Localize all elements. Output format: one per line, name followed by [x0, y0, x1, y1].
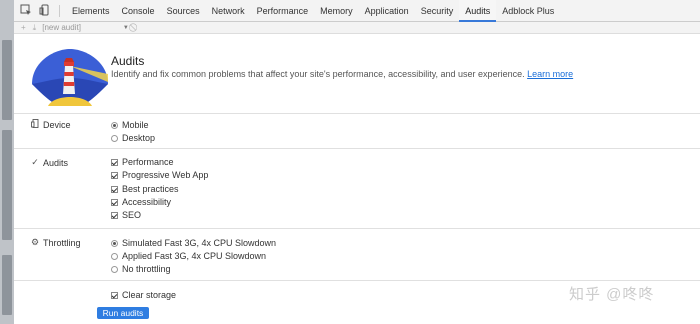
option-label: Mobile	[122, 120, 149, 130]
option-label: Best practices	[122, 184, 179, 194]
category-performance[interactable]: Performance	[111, 157, 174, 167]
left-edge-strip	[0, 0, 14, 324]
checkbox[interactable]	[111, 158, 118, 166]
radio-button[interactable]	[111, 265, 118, 273]
clear-storage-option[interactable]: Clear storage	[111, 290, 176, 300]
throttling-option-simulated[interactable]: Simulated Fast 3G, 4x CPU Slowdown	[111, 238, 276, 248]
device-toolbar-icon[interactable]	[39, 4, 53, 18]
left-strip-block	[2, 255, 12, 315]
left-strip-block	[2, 130, 12, 240]
option-label: Progressive Web App	[122, 170, 209, 180]
throttling-option-none[interactable]: No throttling	[111, 264, 171, 274]
gear-icon: ⚙	[30, 237, 40, 247]
subtitle-text: Identify and fix common problems that af…	[111, 69, 525, 79]
tab-audits[interactable]: Audits	[459, 0, 497, 22]
audit-select[interactable]: [new audit]	[42, 23, 81, 32]
tab-memory[interactable]: Memory	[314, 0, 359, 22]
throttling-label: ⚙ Throttling	[30, 237, 81, 248]
checkbox[interactable]	[111, 185, 118, 193]
left-strip-block	[2, 40, 12, 120]
inspect-element-icon[interactable]	[20, 4, 34, 18]
category-pwa[interactable]: Progressive Web App	[111, 170, 208, 180]
tab-performance[interactable]: Performance	[251, 0, 315, 22]
download-icon[interactable]: ⤓	[33, 23, 37, 33]
phone-icon	[30, 119, 40, 130]
section-label-text: Audits	[43, 157, 69, 168]
page-subtitle: Identify and fix common problems that af…	[111, 69, 573, 79]
checkbox[interactable]	[111, 291, 118, 299]
device-option-mobile[interactable]: Mobile	[111, 120, 149, 130]
option-label: Applied Fast 3G, 4x CPU Slowdown	[122, 251, 267, 261]
option-label: Accessibility	[122, 197, 172, 207]
option-label: Desktop	[122, 133, 156, 143]
option-label: Performance	[122, 157, 174, 167]
option-label: No throttling	[122, 264, 171, 274]
watermark: 知乎 @咚咚	[569, 286, 655, 303]
device-option-desktop[interactable]: Desktop	[111, 133, 155, 143]
category-seo[interactable]: SEO	[111, 210, 141, 220]
run-audits-button[interactable]: Run audits	[97, 307, 149, 319]
learn-more-link[interactable]: Learn more	[527, 69, 573, 79]
tab-elements[interactable]: Elements	[66, 0, 116, 22]
radio-button[interactable]	[111, 121, 118, 129]
audits-toolbar: + ⤓ [new audit] ▼ ⃠	[14, 22, 700, 34]
tab-application[interactable]: Application	[359, 0, 415, 22]
page-title: Audits	[111, 54, 145, 68]
checkbox[interactable]	[111, 171, 118, 179]
device-label: Device	[30, 119, 71, 130]
lighthouse-logo-icon	[30, 48, 114, 106]
tab-security[interactable]: Security	[415, 0, 460, 22]
checkbox[interactable]	[111, 211, 118, 219]
device-section: Device Mobile Desktop	[14, 113, 700, 153]
category-best-practices[interactable]: Best practices	[111, 184, 179, 194]
section-label-text: Device	[43, 119, 71, 130]
option-label: Clear storage	[122, 290, 177, 300]
checkbox[interactable]	[111, 198, 118, 206]
throttling-section: ⚙ Throttling Simulated Fast 3G, 4x CPU S…	[14, 228, 700, 280]
radio-button[interactable]	[111, 134, 118, 142]
radio-button[interactable]	[111, 239, 118, 247]
tab-network[interactable]: Network	[206, 0, 251, 22]
throttling-option-applied[interactable]: Applied Fast 3G, 4x CPU Slowdown	[111, 251, 266, 261]
checkmark-icon: ✓	[31, 157, 39, 167]
audits-header: Audits Identify and fix common problems …	[14, 35, 700, 115]
tab-adblock-plus[interactable]: Adblock Plus	[496, 0, 560, 22]
chevron-down-icon[interactable]: ▼	[123, 25, 129, 31]
audits-label: ✓ Audits	[30, 157, 68, 168]
section-label-text: Throttling	[43, 237, 81, 248]
new-audit-button[interactable]: +	[21, 23, 26, 32]
option-label: Simulated Fast 3G, 4x CPU Slowdown	[122, 238, 277, 248]
audits-section: ✓ Audits Performance Progressive Web App…	[14, 148, 700, 228]
option-label: SEO	[122, 210, 142, 220]
devtools-tab-bar: Elements Console Sources Network Perform…	[14, 0, 700, 22]
tab-sources[interactable]: Sources	[161, 0, 206, 22]
radio-button[interactable]	[111, 252, 118, 260]
tab-separator	[59, 4, 60, 17]
tab-console[interactable]: Console	[116, 0, 161, 22]
category-accessibility[interactable]: Accessibility	[111, 197, 171, 207]
